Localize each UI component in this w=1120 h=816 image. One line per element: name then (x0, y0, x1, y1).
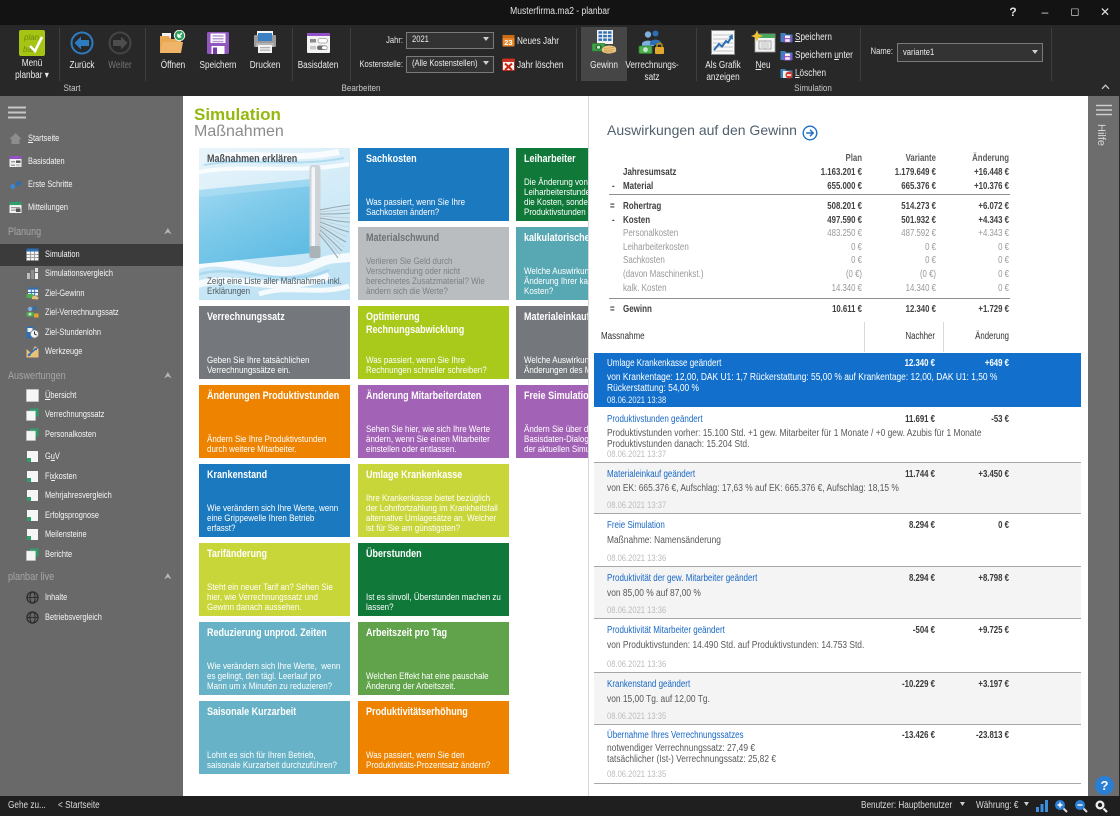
svg-text:23: 23 (504, 38, 512, 47)
svg-text:plan: plan (23, 33, 40, 42)
